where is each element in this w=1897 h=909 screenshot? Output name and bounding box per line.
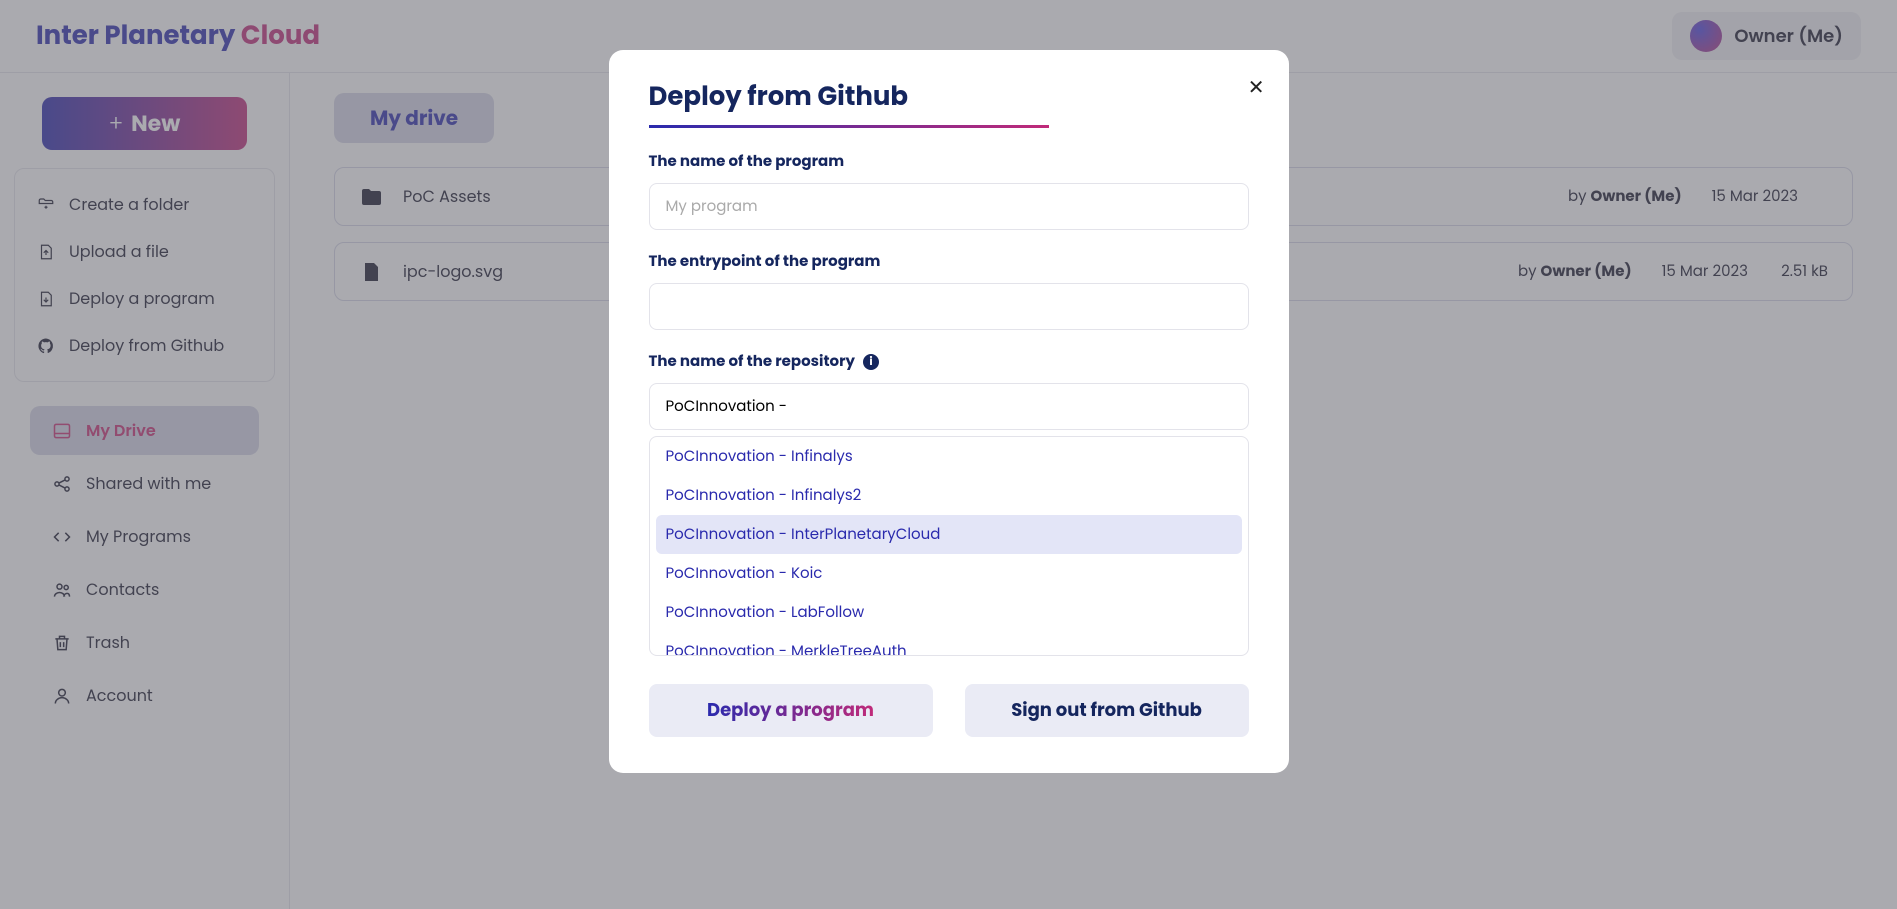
repo-search-input[interactable] xyxy=(649,383,1249,430)
close-icon: ✕ xyxy=(1248,73,1265,101)
entrypoint-input[interactable] xyxy=(649,283,1249,330)
repo-option[interactable]: PoCInnovation - MerkleTreeAuth xyxy=(650,632,1248,656)
modal-underline xyxy=(649,125,1049,128)
program-name-label: The name of the program xyxy=(649,150,1249,173)
signout-button[interactable]: Sign out from Github xyxy=(965,684,1249,737)
repo-option[interactable]: PoCInnovation - LabFollow xyxy=(650,593,1248,632)
repo-label: The name of the repository i xyxy=(649,350,1249,373)
modal-title: Deploy from Github xyxy=(649,78,1249,117)
close-button[interactable]: ✕ xyxy=(1248,72,1265,102)
repo-option[interactable]: PoCInnovation - Infinalys2 xyxy=(650,476,1248,515)
repo-option[interactable]: PoCInnovation - Infinalys xyxy=(650,437,1248,476)
program-name-input[interactable] xyxy=(649,183,1249,230)
repo-option[interactable]: PoCInnovation - InterPlanetaryCloud xyxy=(656,515,1242,554)
deploy-button[interactable]: Deploy a program xyxy=(649,684,933,737)
deploy-github-modal: ✕ Deploy from Github The name of the pro… xyxy=(609,50,1289,773)
info-icon[interactable]: i xyxy=(863,354,879,370)
repo-dropdown[interactable]: PoCInnovation - InfinalysPoCInnovation -… xyxy=(649,436,1249,656)
repo-option[interactable]: PoCInnovation - Koic xyxy=(650,554,1248,593)
entrypoint-label: The entrypoint of the program xyxy=(649,250,1249,273)
